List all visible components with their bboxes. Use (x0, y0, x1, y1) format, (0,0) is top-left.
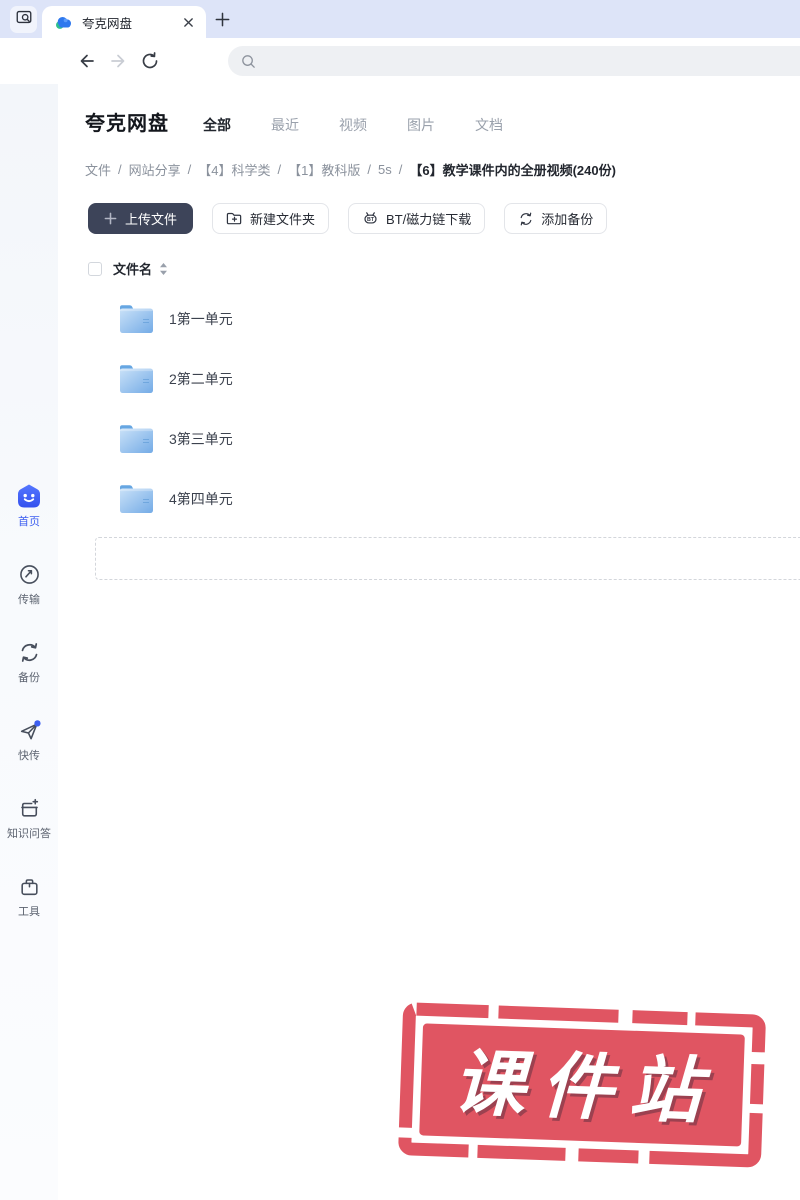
folder-row[interactable]: 1第一单元 (58, 289, 800, 349)
tab-all[interactable]: 全部 (203, 115, 231, 135)
breadcrumb-item[interactable]: 【4】科学类 (198, 160, 270, 179)
sort-icon[interactable] (159, 262, 168, 276)
breadcrumb-item[interactable]: 网站分享 (129, 160, 181, 179)
upload-file-button[interactable]: 上传文件 (88, 203, 194, 234)
browser-toolbar (0, 38, 800, 84)
new-tab-button[interactable] (211, 8, 234, 31)
sidebar-label-backup: 备份 (18, 672, 40, 684)
browser-tab[interactable]: 夸克网盘 (42, 6, 206, 38)
add-backup-button[interactable]: 添加备份 (504, 203, 608, 234)
browser-window: 夸克网盘 首页 传输 备份 快传 知识问答 工具 夸克网盘 全部 最近 视频 图… (0, 0, 800, 1200)
tab-image[interactable]: 图片 (407, 115, 435, 135)
new-folder-icon (226, 210, 243, 227)
action-toolbar: 上传文件 新建文件夹 BT BT/磁力链下载 添加备份 (88, 203, 800, 234)
breadcrumb-item[interactable]: 【1】教科版 (288, 160, 360, 179)
window-search-icon (15, 8, 33, 31)
sidebar-item-backup[interactable]: 备份 (0, 639, 58, 685)
sidebar-label-transfer: 传输 (18, 594, 40, 606)
bt-magnet-icon: BT (362, 210, 379, 227)
file-list: 1第一单元 2第二单元 3第三单元 4第四单元 (58, 289, 800, 529)
sidebar-label-knowledge: 知识问答 (7, 828, 51, 840)
drop-zone-placeholder (95, 537, 800, 580)
breadcrumb-current: 【6】教学课件内的全册视频(240份) (409, 163, 616, 178)
folder-icon (116, 361, 156, 397)
quark-cloud-icon (54, 13, 73, 32)
back-button[interactable] (77, 51, 97, 71)
watermark-stamp: 课件站 课件站 (398, 1002, 766, 1168)
folder-name: 4第四单元 (169, 491, 233, 507)
file-list-header: 文件名 (88, 259, 800, 278)
sidebar-item-home[interactable]: 首页 (0, 483, 58, 529)
breadcrumb: 文件 / 网站分享 / 【4】科学类 / 【1】教科版 / 5s / 【6】教学… (85, 160, 800, 179)
add-backup-label: 添加备份 (541, 212, 594, 227)
folder-name: 2第二单元 (169, 371, 233, 387)
plus-icon (213, 10, 232, 29)
view-tabs: 全部 最近 视频 图片 文档 (203, 115, 503, 135)
watermark-text: 课件站 (452, 1043, 719, 1132)
tools-icon (16, 873, 42, 899)
quick-send-icon (16, 717, 42, 743)
folder-name: 3第三单元 (169, 431, 233, 447)
upload-file-label: 上传文件 (125, 212, 178, 227)
new-folder-button[interactable]: 新建文件夹 (212, 203, 330, 234)
sidebar-label-quicksend: 快传 (18, 750, 40, 762)
breadcrumb-separator: / (118, 162, 122, 177)
browser-tab-bar: 夸克网盘 (0, 0, 800, 38)
magnifier-icon (240, 53, 257, 70)
new-folder-label: 新建文件夹 (250, 212, 316, 227)
plus-icon (104, 212, 117, 225)
workspace-search-button[interactable] (10, 6, 37, 33)
address-search-bar[interactable] (228, 46, 800, 76)
bt-download-label: BT/磁力链下载 (386, 212, 472, 227)
tab-recent[interactable]: 最近 (271, 115, 299, 135)
sidebar-item-transfer[interactable]: 传输 (0, 561, 58, 607)
tab-doc[interactable]: 文档 (475, 115, 503, 135)
folder-row[interactable]: 4第四单元 (58, 469, 800, 529)
breadcrumb-item[interactable]: 5s (378, 162, 392, 177)
folder-icon (116, 301, 156, 337)
page-header: 夸克网盘 全部 最近 视频 图片 文档 (58, 84, 800, 136)
knowledge-qa-icon (16, 795, 42, 821)
sidebar-label-home: 首页 (18, 516, 40, 528)
folder-row[interactable]: 3第三单元 (58, 409, 800, 469)
folder-icon (116, 421, 156, 457)
folder-icon (116, 481, 156, 517)
tab-title: 夸克网盘 (82, 16, 133, 31)
select-all-checkbox[interactable] (88, 261, 102, 276)
breadcrumb-separator: / (277, 162, 282, 177)
folder-row[interactable]: 2第二单元 (58, 349, 800, 409)
sync-arrows-icon (518, 211, 534, 227)
file-name-header: 文件名 (113, 262, 153, 277)
sidebar-item-tools[interactable]: 工具 (0, 873, 58, 919)
backup-sync-icon (16, 639, 42, 665)
main-content: 夸克网盘 全部 最近 视频 图片 文档 文件 / 网站分享 / 【4】科学类 /… (58, 84, 800, 580)
svg-text:BT: BT (367, 217, 375, 223)
tab-close-icon[interactable] (180, 14, 196, 30)
refresh-button[interactable] (140, 51, 160, 71)
sidebar: 首页 传输 备份 快传 知识问答 工具 (0, 84, 58, 1200)
folder-name: 1第一单元 (169, 311, 233, 327)
sidebar-item-knowledge[interactable]: 知识问答 (0, 795, 58, 841)
forward-button[interactable] (108, 51, 128, 71)
bt-download-button[interactable]: BT BT/磁力链下载 (348, 203, 486, 234)
breadcrumb-item[interactable]: 文件 (85, 160, 111, 179)
sidebar-nav: 首页 传输 备份 快传 知识问答 工具 (0, 483, 58, 919)
tab-video[interactable]: 视频 (339, 115, 367, 135)
sidebar-item-quicksend[interactable]: 快传 (0, 717, 58, 763)
sidebar-label-tools: 工具 (18, 906, 40, 918)
breadcrumb-separator: / (398, 162, 403, 177)
home-smiley-icon (16, 483, 42, 509)
breadcrumb-separator: / (187, 162, 192, 177)
page-title: 夸克网盘 (85, 113, 169, 135)
breadcrumb-separator: / (367, 162, 371, 177)
transfer-icon (16, 561, 42, 587)
